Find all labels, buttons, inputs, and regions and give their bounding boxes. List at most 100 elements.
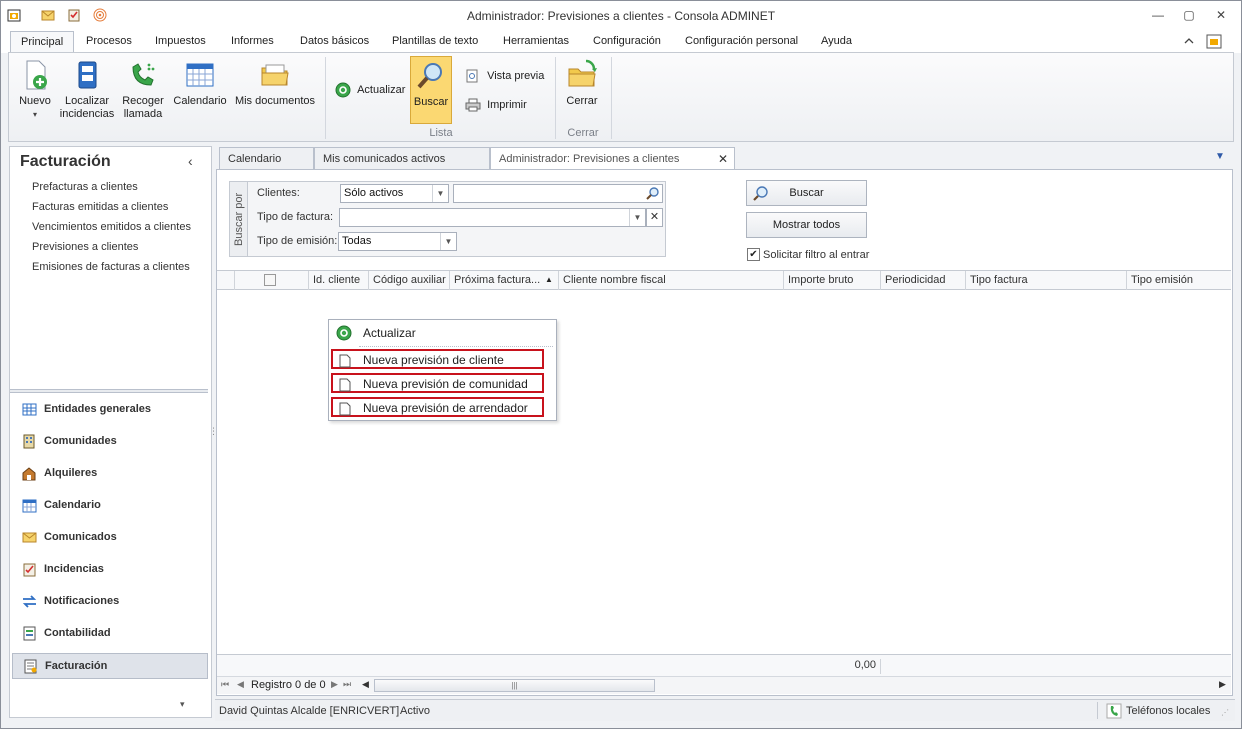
menu-item-actualizar[interactable]: Actualizar bbox=[331, 323, 544, 343]
tipo-emision-value: Todas bbox=[342, 235, 372, 247]
status-separator bbox=[1097, 702, 1098, 719]
nuevo-button[interactable]: Nuevo ▾ bbox=[15, 59, 55, 121]
cerrar-button[interactable]: Cerrar bbox=[561, 59, 603, 108]
minimize-button[interactable]: — bbox=[1147, 7, 1169, 23]
chevron-down-icon[interactable]: ▼ bbox=[432, 185, 448, 202]
nav-comunicados[interactable]: Comunicados bbox=[12, 525, 208, 551]
column-id-cliente[interactable]: Id. cliente bbox=[309, 271, 369, 290]
chevron-down-icon[interactable]: ▼ bbox=[629, 209, 645, 226]
nav-notificaciones[interactable]: Notificaciones bbox=[12, 589, 208, 615]
column-importe-bruto[interactable]: Importe bruto bbox=[784, 271, 881, 290]
nav-alquileres[interactable]: Alquileres bbox=[12, 461, 208, 487]
menu-item-nueva-prevision-cliente[interactable]: Nueva previsión de cliente bbox=[331, 349, 544, 369]
chevron-down-icon[interactable]: ▼ bbox=[440, 233, 456, 250]
collapse-panel-button[interactable]: ‹ bbox=[188, 153, 193, 169]
phone-call-icon bbox=[127, 59, 159, 91]
localizar-incidencias-button[interactable]: Localizar incidencias bbox=[59, 59, 115, 121]
doctab-previsiones-clientes[interactable]: Administrador: Previsiones a clientes ✕ bbox=[490, 147, 735, 169]
refresh-icon bbox=[335, 82, 351, 98]
tipo-factura-select[interactable]: ▼ bbox=[339, 208, 646, 227]
previous-record-icon[interactable]: ◀ bbox=[237, 679, 244, 690]
tab-datos-basicos[interactable]: Datos básicos bbox=[300, 35, 369, 47]
printer-icon bbox=[465, 98, 481, 112]
solicitar-filtro-checkbox[interactable]: ✔ bbox=[747, 248, 760, 261]
new-document-icon bbox=[19, 59, 51, 91]
chevron-down-icon[interactable]: ▾ bbox=[180, 699, 185, 710]
clientes-select[interactable]: Sólo activos ▼ bbox=[340, 184, 449, 203]
vertical-splitter-grip[interactable]: ⋮ bbox=[209, 427, 218, 445]
last-record-icon[interactable]: ⏭ bbox=[343, 679, 351, 690]
preview-icon bbox=[465, 69, 481, 83]
column-tipo-emision[interactable]: Tipo emisión bbox=[1127, 271, 1231, 290]
tab-configuracion[interactable]: Configuración bbox=[593, 35, 661, 47]
app-menu-icon[interactable] bbox=[1206, 33, 1222, 49]
mis-documentos-button[interactable]: Mis documentos bbox=[233, 59, 317, 108]
new-document-icon bbox=[339, 354, 351, 368]
tab-herramientas[interactable]: Herramientas bbox=[503, 35, 569, 47]
collapse-ribbon-icon[interactable] bbox=[1183, 35, 1195, 47]
tipo-factura-label: Tipo de factura: bbox=[257, 211, 334, 223]
clientes-search-input[interactable] bbox=[453, 184, 663, 203]
menu-item-nueva-prevision-comunidad[interactable]: Nueva previsión de comunidad bbox=[331, 373, 544, 393]
imprimir-button[interactable]: Imprimir bbox=[465, 98, 527, 112]
horizontal-scrollbar-thumb[interactable]: ||| bbox=[374, 679, 655, 692]
mostrar-todos-button[interactable]: Mostrar todos bbox=[746, 212, 867, 238]
vista-previa-button[interactable]: Vista previa bbox=[465, 69, 544, 83]
doctab-close-button[interactable]: ✕ bbox=[718, 152, 728, 166]
scroll-left-icon[interactable]: ◀ bbox=[362, 679, 369, 690]
search-icon[interactable] bbox=[646, 186, 660, 200]
actualizar-button[interactable]: Actualizar bbox=[335, 82, 405, 98]
doctab-calendario[interactable]: Calendario bbox=[219, 147, 314, 169]
tab-procesos[interactable]: Procesos bbox=[86, 35, 132, 47]
tab-principal[interactable]: Principal bbox=[10, 31, 75, 54]
select-all-column[interactable] bbox=[235, 271, 309, 290]
tab-informes[interactable]: Informes bbox=[231, 35, 274, 47]
link-previsiones[interactable]: Previsiones a clientes bbox=[32, 241, 138, 253]
close-button[interactable]: ✕ bbox=[1210, 7, 1232, 23]
link-facturas-emitidas[interactable]: Facturas emitidas a clientes bbox=[32, 201, 168, 213]
column-periodicidad[interactable]: Periodicidad bbox=[881, 271, 966, 290]
mis-documentos-label: Mis documentos bbox=[234, 95, 316, 107]
tab-ayuda[interactable]: Ayuda bbox=[821, 35, 852, 47]
select-all-checkbox[interactable] bbox=[264, 274, 276, 286]
status-phones[interactable]: Teléfonos locales bbox=[1126, 705, 1210, 717]
nav-incidencias[interactable]: Incidencias bbox=[12, 557, 208, 583]
menu-item-nueva-prevision-arrendador[interactable]: Nueva previsión de arrendador bbox=[331, 397, 544, 417]
chevron-down-icon[interactable]: ▼ bbox=[1215, 151, 1225, 162]
maximize-button[interactable]: ▢ bbox=[1178, 7, 1200, 23]
house-key-icon bbox=[22, 466, 37, 481]
link-vencimientos[interactable]: Vencimientos emitidos a clientes bbox=[32, 221, 191, 233]
column-cliente-nombre-fiscal[interactable]: Cliente nombre fiscal bbox=[559, 271, 784, 290]
nav-comunidades[interactable]: Comunidades bbox=[12, 429, 208, 455]
column-tipo-factura[interactable]: Tipo factura bbox=[966, 271, 1127, 290]
actualizar-label: Actualizar bbox=[357, 84, 406, 96]
menu-item-label: Nueva previsión de comunidad bbox=[363, 377, 528, 391]
buscar-button[interactable]: Buscar bbox=[410, 56, 452, 124]
recoger-llamada-button[interactable]: Recoger llamada bbox=[119, 59, 167, 121]
next-record-icon[interactable]: ▶ bbox=[331, 679, 338, 690]
panel-splitter[interactable] bbox=[10, 389, 208, 393]
calendario-button[interactable]: Calendario bbox=[171, 59, 229, 108]
solicitar-filtro-label: Solicitar filtro al entrar bbox=[763, 249, 870, 261]
link-emisiones[interactable]: Emisiones de facturas a clientes bbox=[32, 261, 190, 273]
localizar-label-1: Localizar bbox=[64, 95, 110, 107]
nav-contabilidad[interactable]: Contabilidad bbox=[12, 621, 208, 647]
clear-icon[interactable]: ✕ bbox=[646, 208, 663, 227]
filter-group-header: Buscar por bbox=[230, 182, 248, 256]
tab-configuracion-personal[interactable]: Configuración personal bbox=[685, 35, 798, 47]
invoice-icon bbox=[23, 659, 38, 674]
nav-entidades-generales[interactable]: Entidades generales bbox=[12, 397, 208, 423]
doctab-mis-comunicados[interactable]: Mis comunicados activos bbox=[314, 147, 490, 169]
column-proxima-factura[interactable]: Próxima factura... ▲ bbox=[450, 271, 559, 290]
tipo-emision-select[interactable]: Todas ▼ bbox=[338, 232, 457, 251]
column-codigo-auxiliar[interactable]: Código auxiliar bbox=[369, 271, 450, 290]
resize-grip-icon[interactable]: ⋰ bbox=[1221, 708, 1229, 717]
nav-calendario[interactable]: Calendario bbox=[12, 493, 208, 519]
tab-impuestos[interactable]: Impuestos bbox=[155, 35, 206, 47]
filter-buscar-button[interactable]: Buscar bbox=[746, 180, 867, 206]
link-prefacturas[interactable]: Prefacturas a clientes bbox=[32, 181, 138, 193]
tab-plantillas-de-texto[interactable]: Plantillas de texto bbox=[392, 35, 478, 47]
scroll-right-icon[interactable]: ▶ bbox=[1219, 679, 1226, 690]
first-record-icon[interactable]: ⏮ bbox=[221, 679, 229, 690]
nav-facturacion[interactable]: Facturación bbox=[12, 653, 208, 679]
